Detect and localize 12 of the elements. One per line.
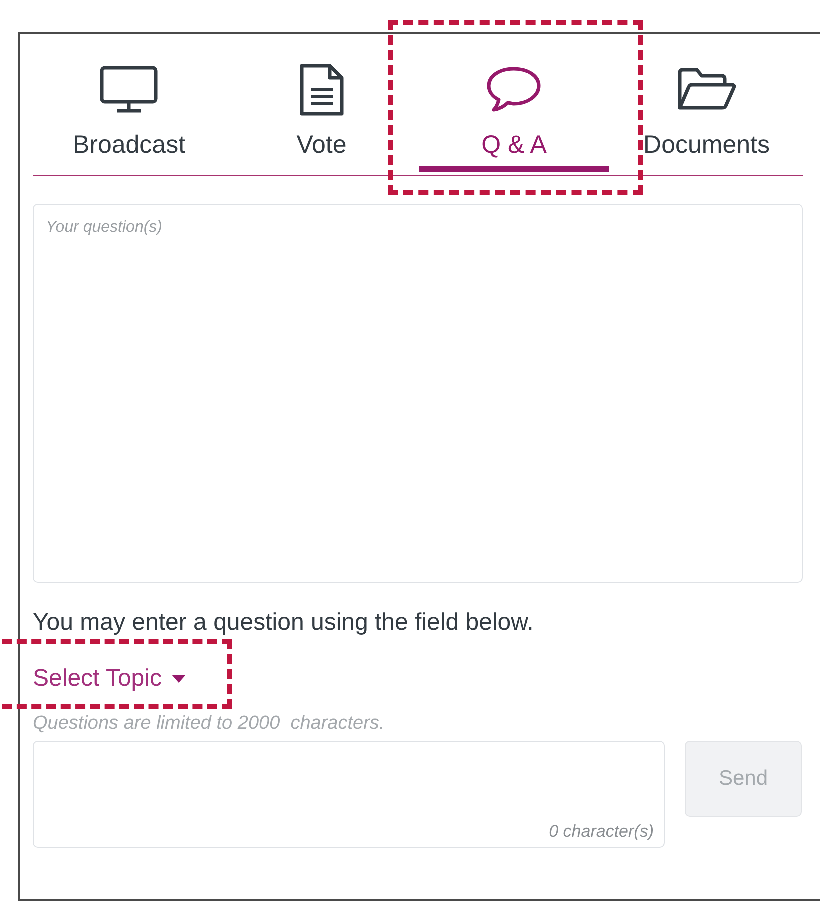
tab[interactable]: Vote	[226, 60, 417, 172]
document-icon	[298, 64, 345, 116]
tab[interactable]: Documents	[612, 60, 802, 172]
limit-hint: Questions are limited to 2000 characters.	[33, 713, 386, 735]
topic-dropdown[interactable]: Select Topic	[33, 665, 186, 693]
character-counter: 0 character(s)	[549, 822, 654, 842]
monitor-icon	[100, 64, 158, 116]
tab[interactable]: Q & A	[419, 60, 610, 172]
caret-icon	[172, 675, 186, 683]
instruction-text: You may enter a question using the field below.	[33, 609, 535, 637]
question-log-field[interactable]: Your question(s)	[33, 204, 803, 583]
tab[interactable]: Broadcast	[34, 60, 224, 172]
